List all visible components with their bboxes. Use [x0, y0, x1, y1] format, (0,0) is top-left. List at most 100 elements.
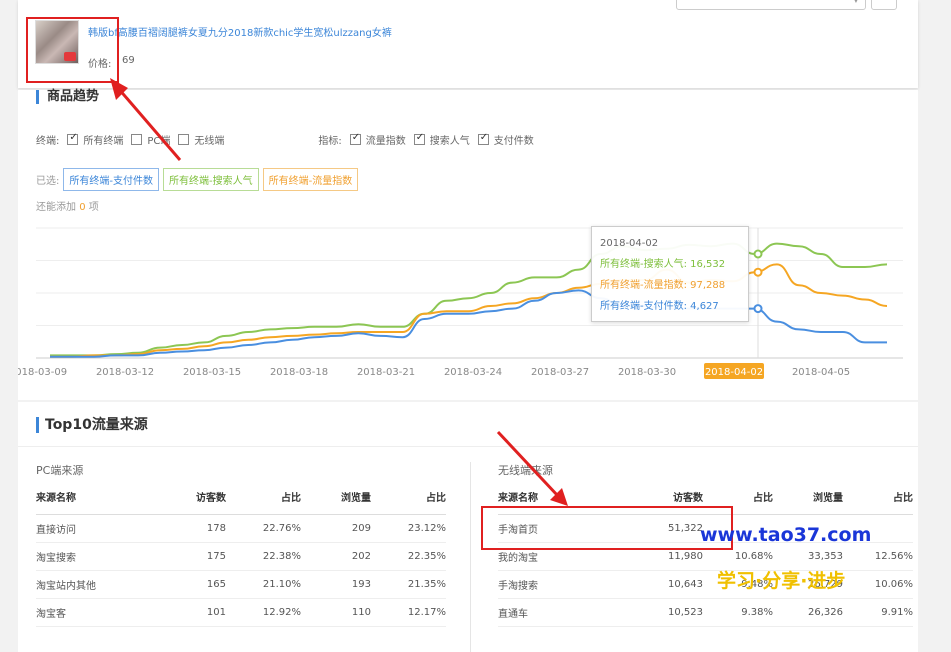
- chevron-down-icon: ▼: [853, 0, 859, 4]
- annotation-box-mobile-home: [481, 506, 733, 550]
- table-header-row: 来源名称 访客数 占比 浏览量 占比: [36, 488, 446, 515]
- cell: 淘宝站内其他: [36, 570, 166, 599]
- checkbox-metric-payment[interactable]: [477, 132, 489, 145]
- tooltip-date: 2018-04-02: [600, 238, 659, 249]
- tooltip-search: 所有终端-搜索人气: 16,532: [600, 259, 726, 270]
- cell: 22.35%: [371, 542, 446, 571]
- table-row[interactable]: 淘宝客 101 12.92% 110 12.17%: [36, 598, 446, 627]
- table-row[interactable]: 直接访问 178 22.76% 209 23.12%: [36, 514, 446, 543]
- filter-row: 终端: 所有终端 PC端 无线端 指标: 流量指数 搜索人气 支付件数: [36, 132, 534, 147]
- col-share2[interactable]: 占比: [371, 488, 446, 515]
- series-point-0[interactable]: [753, 249, 763, 259]
- top-icon-button[interactable]: [871, 0, 897, 10]
- top-dropdown[interactable]: ▼: [676, 0, 866, 10]
- checkbox-metric-search[interactable]: [413, 132, 425, 145]
- cell: 22.76%: [226, 514, 301, 543]
- mobile-source-title: 无线端来源: [498, 464, 553, 477]
- checkbox-metric-traffic[interactable]: [349, 132, 361, 145]
- cell: 23.12%: [371, 514, 446, 543]
- pc-source-table: 来源名称 访客数 占比 浏览量 占比 直接访问 178 22.76% 209 2…: [36, 488, 446, 627]
- cell: 101: [166, 598, 226, 627]
- table-row[interactable]: 直通车 10,523 9.38% 26,326 9.91%: [498, 598, 913, 627]
- trend-heading: 商品趋势: [36, 90, 99, 104]
- terminal-pc-label: PC端: [147, 136, 171, 147]
- selected-tag-search[interactable]: 所有终端-搜索人气: [162, 168, 259, 191]
- top10-heading: Top10流量来源: [36, 417, 148, 433]
- checkbox-terminal-mobile[interactable]: [178, 134, 190, 145]
- tooltip-traffic: 所有终端-流量指数: 97,288: [600, 280, 726, 291]
- col-pageviews[interactable]: 浏览量: [301, 488, 371, 515]
- series-line-2[interactable]: [49, 289, 887, 358]
- col-share2[interactable]: 占比: [843, 488, 913, 515]
- col-source: 来源名称: [36, 488, 166, 515]
- cell: 21.35%: [371, 570, 446, 599]
- cell: 165: [166, 570, 226, 599]
- selected-label: 已选:: [36, 176, 60, 187]
- cell: 淘宝客: [36, 598, 166, 627]
- cell: 10,523: [608, 598, 703, 627]
- series-point-1[interactable]: [753, 267, 763, 277]
- metric-label: 指标:: [318, 136, 342, 147]
- cell: 9.91%: [843, 598, 913, 627]
- cell: 12.56%: [843, 542, 913, 571]
- cell: 10.06%: [843, 570, 913, 599]
- watermark-slogan: 学习·分享·进步: [717, 570, 846, 592]
- x-tick-label: 2018-04-02: [705, 367, 763, 378]
- col-share[interactable]: 占比: [226, 488, 301, 515]
- pc-source-title: PC端来源: [36, 464, 84, 477]
- cell: 22.38%: [226, 542, 301, 571]
- selected-tag-payment[interactable]: 所有终端-支付件数: [63, 168, 159, 191]
- x-tick-label: 2018-03-09: [18, 367, 67, 378]
- cell: 淘宝搜索: [36, 542, 166, 571]
- cell: 110: [301, 598, 371, 627]
- metric-payment-label: 支付件数: [493, 136, 534, 147]
- table-row[interactable]: 淘宝站内其他 165 21.10% 193 21.35%: [36, 570, 446, 599]
- checkbox-terminal-pc[interactable]: [131, 134, 143, 145]
- selected-tag-traffic[interactable]: 所有终端-流量指数: [262, 168, 359, 191]
- x-tick-label: 2018-04-05: [792, 367, 850, 378]
- col-pageviews[interactable]: 浏览量: [773, 488, 843, 515]
- terminal-mobile-label: 无线端: [194, 136, 225, 147]
- cell: 12.92%: [226, 598, 301, 627]
- cell: 10,643: [608, 570, 703, 599]
- cell: 12.17%: [371, 598, 446, 627]
- table-row[interactable]: 手淘搜索 10,643 9.48% 26,729 10.06%: [498, 570, 913, 599]
- cell: 175: [166, 542, 226, 571]
- x-tick-label: 2018-03-30: [618, 367, 676, 378]
- x-tick-label: 2018-03-18: [270, 367, 328, 378]
- cell: 202: [301, 542, 371, 571]
- product-card: ▼ 韩版bf高腰百褶阔腿裤女夏九分2018新款chic学生宽松ulzzang女裤…: [18, 0, 918, 88]
- divider: [18, 446, 918, 447]
- col-visitors[interactable]: 访客数: [166, 488, 226, 515]
- pane-divider: [470, 462, 471, 652]
- add-more-hint: 还能添加 0 项: [36, 198, 99, 213]
- x-tick-label: 2018-03-21: [357, 367, 415, 378]
- series-point-2[interactable]: [753, 304, 763, 314]
- watermark-url: www.tao37.com: [700, 524, 872, 546]
- add-more-prefix: 还能添加: [36, 202, 76, 213]
- trend-panel: 商品趋势 终端: 所有终端 PC端 无线端 指标: 流量指数 搜索人气 支付件数…: [18, 90, 918, 400]
- terminal-label: 终端:: [36, 136, 60, 147]
- cell: 26,326: [773, 598, 843, 627]
- table-row[interactable]: 淘宝搜索 175 22.38% 202 22.35%: [36, 542, 446, 571]
- checkbox-terminal-all[interactable]: [67, 132, 79, 145]
- pc-source-pane: PC端来源 来源名称 访客数 占比 浏览量 占比 直接访问 178 22.76%…: [36, 462, 446, 627]
- cell: 21.10%: [226, 570, 301, 599]
- trend-line-chart[interactable]: 2018-03-09 2018-03-12 2018-03-15 2018-03-18…: [18, 220, 918, 380]
- add-more-count: 0: [79, 202, 86, 213]
- cell: 直通车: [498, 598, 608, 627]
- annotation-box-product: [26, 17, 119, 83]
- x-tick-label: 2018-03-27: [531, 367, 589, 378]
- tooltip-payment: 所有终端-支付件数: 4,627: [600, 301, 719, 312]
- cell: 193: [301, 570, 371, 599]
- add-more-suffix: 项: [88, 202, 99, 213]
- product-title[interactable]: 韩版bf高腰百褶阔腿裤女夏九分2018新款chic学生宽松ulzzang女裤: [88, 24, 392, 39]
- selected-row: 已选: 所有终端-支付件数 所有终端-搜索人气 所有终端-流量指数: [36, 168, 359, 191]
- x-tick-label: 2018-03-24: [444, 367, 502, 378]
- cell: 手淘搜索: [498, 570, 608, 599]
- cell: 178: [166, 514, 226, 543]
- metric-search-label: 搜索人气: [429, 136, 470, 147]
- x-tick-label: 2018-03-15: [183, 367, 241, 378]
- cell: 209: [301, 514, 371, 543]
- price-value: 69: [122, 55, 135, 66]
